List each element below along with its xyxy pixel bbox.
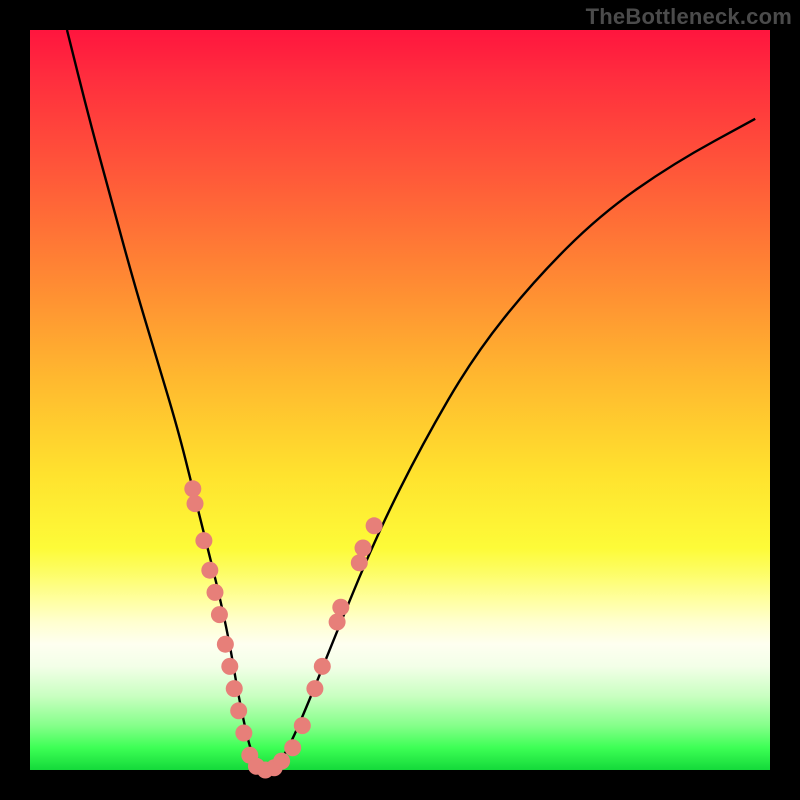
data-marker [329, 614, 346, 631]
watermark-text: TheBottleneck.com [586, 4, 792, 30]
curve-path [67, 30, 755, 770]
data-marker [201, 562, 218, 579]
data-marker [306, 680, 323, 697]
curve-markers [184, 480, 382, 778]
data-marker [332, 599, 349, 616]
plot-area [30, 30, 770, 770]
data-marker [211, 606, 228, 623]
data-marker [226, 680, 243, 697]
data-marker [273, 753, 290, 770]
data-marker [355, 540, 372, 557]
chart-frame: TheBottleneck.com [0, 0, 800, 800]
data-marker [284, 739, 301, 756]
data-marker [217, 636, 234, 653]
data-marker [221, 658, 238, 675]
data-marker [351, 554, 368, 571]
data-marker [230, 702, 247, 719]
data-marker [235, 725, 252, 742]
data-marker [187, 495, 204, 512]
data-marker [314, 658, 331, 675]
data-marker [207, 584, 224, 601]
data-marker [366, 517, 383, 534]
data-marker [184, 480, 201, 497]
data-marker [195, 532, 212, 549]
chart-svg [30, 30, 770, 770]
data-marker [294, 717, 311, 734]
